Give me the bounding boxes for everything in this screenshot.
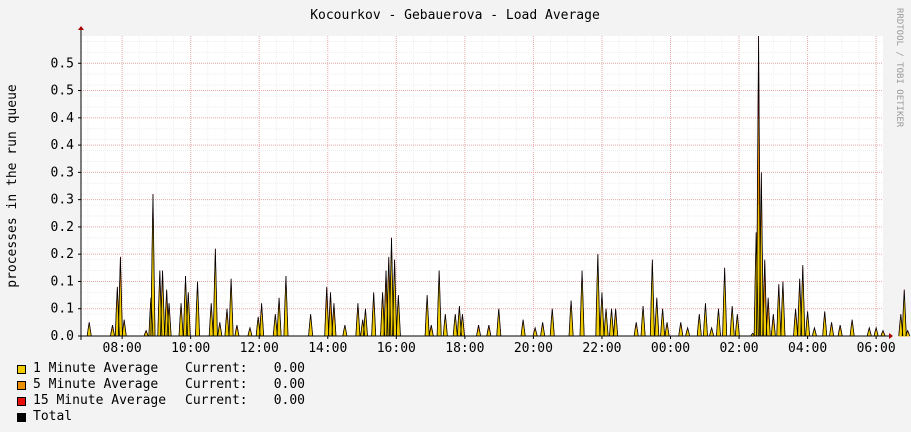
x-tick-label: 22:00: [582, 341, 621, 356]
legend-current-label-1min: Current:: [185, 361, 248, 376]
x-tick-label: 14:00: [308, 341, 347, 356]
legend-swatch-15min: [17, 396, 26, 406]
legend-label-15min: 15 Minute Average: [33, 393, 167, 408]
x-tick-label: 18:00: [445, 341, 484, 356]
chart-title: Kocourkov - Gebauerova - Load Average: [310, 8, 600, 23]
y-tick-label: 0.1: [51, 274, 74, 289]
legend-row-5min: 5 Minute Average Current: 0.00: [17, 377, 305, 393]
legend-row-15min: 15 Minute Average Current: 0.00: [17, 393, 305, 409]
legend: 1 Minute Average Current: 0.00 5 Minute …: [17, 361, 305, 425]
x-tick-label: 10:00: [171, 341, 210, 356]
legend-swatch-5min: [17, 380, 26, 390]
legend-current-value-5min: 0.00: [273, 377, 305, 392]
load-average-chart: Kocourkov - Gebauerova - Load Average pr…: [0, 0, 911, 360]
legend-current-value-15min: 0.00: [273, 393, 305, 408]
y-tick-label: 0.1: [51, 302, 74, 317]
y-tick-label: 0.0: [51, 329, 74, 344]
legend-row-total: Total: [17, 409, 305, 425]
y-tick-label: 0.3: [51, 165, 74, 180]
x-tick-label: 00:00: [651, 341, 690, 356]
y-axis-arrow: [78, 26, 84, 30]
legend-current-label-5min: Current:: [185, 377, 248, 392]
x-tick-label: 06:00: [857, 341, 896, 356]
y-tick-label: 0.2: [51, 247, 74, 262]
x-tick-label: 02:00: [719, 341, 758, 356]
legend-label-1min: 1 Minute Average: [33, 361, 159, 376]
legend-swatch-total: [17, 412, 26, 422]
y-tick-label: 0.3: [51, 193, 74, 208]
rrdtool-watermark: RRDTOOL / TOBI OETIKER: [894, 8, 904, 128]
y-tick-label: 0.5: [51, 56, 74, 71]
x-tick-labels: 08:00 10:00 12:00 14:00 16:00 18:00 20:00 22:00…: [103, 336, 896, 356]
y-tick-label: 0.4: [51, 111, 75, 126]
y-tick-label: 0.4: [51, 138, 75, 153]
legend-row-1min: 1 Minute Average Current: 0.00: [17, 361, 305, 377]
x-tick-label: 12:00: [240, 341, 279, 356]
legend-current-value-1min: 0.00: [273, 361, 305, 376]
legend-current-label-15min: Current:: [185, 393, 248, 408]
x-tick-label: 16:00: [377, 341, 416, 356]
x-axis-arrow: [889, 333, 893, 339]
y-tick-label: 0.2: [51, 220, 74, 235]
y-tick-label: 0.5: [51, 84, 74, 99]
x-tick-label: 08:00: [103, 341, 142, 356]
y-tick-labels: 0.0 0.1 0.1 0.2 0.2 0.3 0.3 0.4 0.4 0.5 0.5: [51, 56, 81, 344]
rrd-graph: Kocourkov - Gebauerova - Load Average pr…: [0, 0, 911, 432]
legend-swatch-1min: [17, 364, 26, 374]
legend-label-total: Total: [33, 409, 73, 424]
y-axis-label: processes in the run queue: [5, 84, 20, 288]
legend-label-5min: 5 Minute Average: [33, 377, 159, 392]
x-tick-label: 04:00: [788, 341, 827, 356]
x-tick-label: 20:00: [514, 341, 553, 356]
